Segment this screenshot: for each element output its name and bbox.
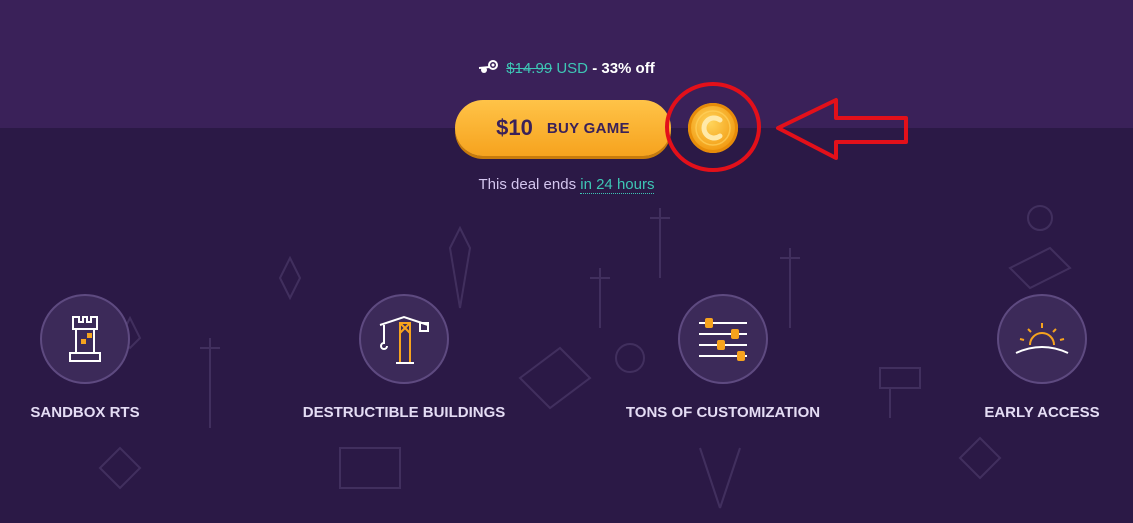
annotation-arrow-icon — [665, 82, 908, 172]
currency-label: USD — [556, 60, 589, 77]
buy-game-label: BUY GAME — [546, 119, 630, 137]
feature-destructible-buildings: DESTRUCTIBLE BUILDINGS — [289, 294, 519, 421]
price-line: $14.99 USD - 33% off — [0, 60, 1133, 78]
feature-early-access: EARLY ACCESS — [927, 294, 1133, 421]
steam-icon — [478, 60, 500, 78]
feature-title: EARLY ACCESS — [984, 404, 1100, 421]
buy-game-button[interactable]: $10 BUY GAME — [455, 100, 671, 156]
sunrise-icon — [997, 294, 1087, 384]
feature-tons-of-customization: TONS OF CUSTOMIZATION — [608, 294, 838, 421]
feature-title: SANDBOX RTS — [30, 404, 140, 421]
feature-title: TONS OF CUSTOMIZATION — [625, 404, 821, 421]
deal-timer: This deal ends in 24 hours — [0, 176, 1133, 194]
crane-icon — [359, 294, 449, 384]
castle-tower-icon — [40, 294, 130, 384]
deal-prefix: This deal ends — [478, 176, 577, 193]
sliders-icon — [678, 294, 768, 384]
feature-title: DESTRUCTIBLE BUILDINGS — [302, 404, 506, 421]
sale-price: $10 — [496, 115, 533, 140]
deal-time-link[interactable]: in 24 hours — [580, 176, 655, 194]
feature-sandbox-rts: SANDBOX RTS — [0, 294, 200, 421]
original-price: $14.99 — [506, 60, 553, 77]
discount-text: - 33% off — [592, 60, 655, 77]
